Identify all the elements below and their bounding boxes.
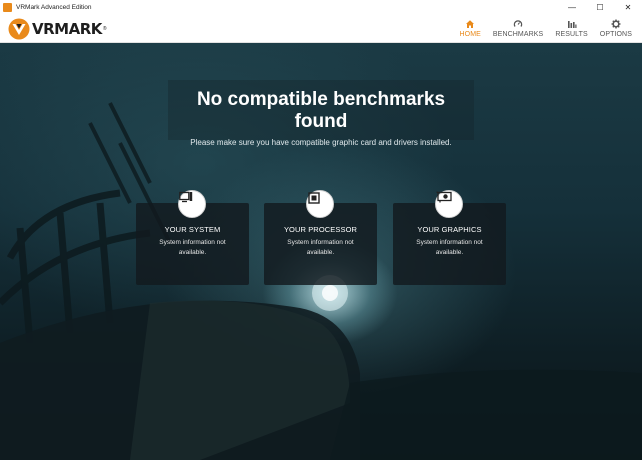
graphics-card-text: System information not available.: [416, 239, 483, 256]
close-button[interactable]: ✕: [614, 0, 642, 14]
maximize-button[interactable]: ☐: [586, 0, 614, 14]
nav-home-label: HOME: [459, 31, 481, 38]
processor-icon: [308, 192, 320, 204]
graphics-card[interactable]: YOUR GRAPHICS System information not ava…: [393, 190, 506, 285]
window-controls: — ☐ ✕: [558, 0, 642, 14]
logo-text: VRMARK: [32, 20, 102, 38]
logo-mark-icon: [8, 18, 30, 40]
nav-options[interactable]: OPTIONS: [594, 14, 638, 43]
home-icon: [466, 20, 475, 28]
app-icon: [3, 2, 12, 12]
processor-card-title: YOUR PROCESSOR: [283, 225, 358, 234]
computer-icon: [179, 191, 193, 203]
nav-options-label: OPTIONS: [599, 31, 632, 38]
nav-home[interactable]: HOME: [454, 14, 487, 43]
vrmark-logo[interactable]: VRMARK ®: [8, 18, 107, 40]
page-subtitle: Please make sure you have compatible gra…: [190, 138, 452, 147]
page-title: No compatible benchmarks found: [196, 89, 446, 132]
main-nav: HOME BENCHMARKS RESULTS OPTIONS: [454, 14, 639, 43]
system-card[interactable]: YOUR SYSTEM System information not avail…: [136, 190, 249, 285]
minimize-button[interactable]: —: [558, 0, 586, 14]
graphics-card-title: YOUR GRAPHICS: [417, 225, 482, 234]
system-card-title: YOUR SYSTEM: [164, 225, 221, 234]
gauge-icon: [513, 20, 523, 27]
graphics-card-icon: [436, 191, 452, 203]
nav-results-label: RESULTS: [555, 31, 588, 38]
nav-results[interactable]: RESULTS: [549, 14, 593, 43]
background-scene: No compatible benchmarks found Please ma…: [0, 43, 642, 460]
window-title: VRMark Advanced Edition: [16, 3, 92, 11]
window-titlebar: VRMark Advanced Edition — ☐ ✕: [0, 0, 642, 14]
app-header: VRMARK ® HOME BENCHMARKS RESULTS OPTIONS: [0, 14, 642, 43]
processor-card-text: System information not available.: [287, 239, 354, 256]
processor-icon-badge: [306, 190, 334, 218]
bar-chart-icon: [567, 21, 577, 28]
gear-icon: [611, 19, 621, 29]
graphics-card-icon-badge: [435, 190, 463, 218]
computer-icon-badge: [178, 190, 206, 218]
logo-registered-mark: ®: [102, 26, 107, 32]
status-banner: No compatible benchmarks found Please ma…: [168, 80, 474, 147]
system-card-text: System information not available.: [159, 239, 226, 256]
processor-card[interactable]: YOUR PROCESSOR System information not av…: [264, 190, 377, 285]
nav-benchmarks[interactable]: BENCHMARKS: [487, 14, 549, 43]
nav-benchmarks-label: BENCHMARKS: [492, 31, 544, 38]
